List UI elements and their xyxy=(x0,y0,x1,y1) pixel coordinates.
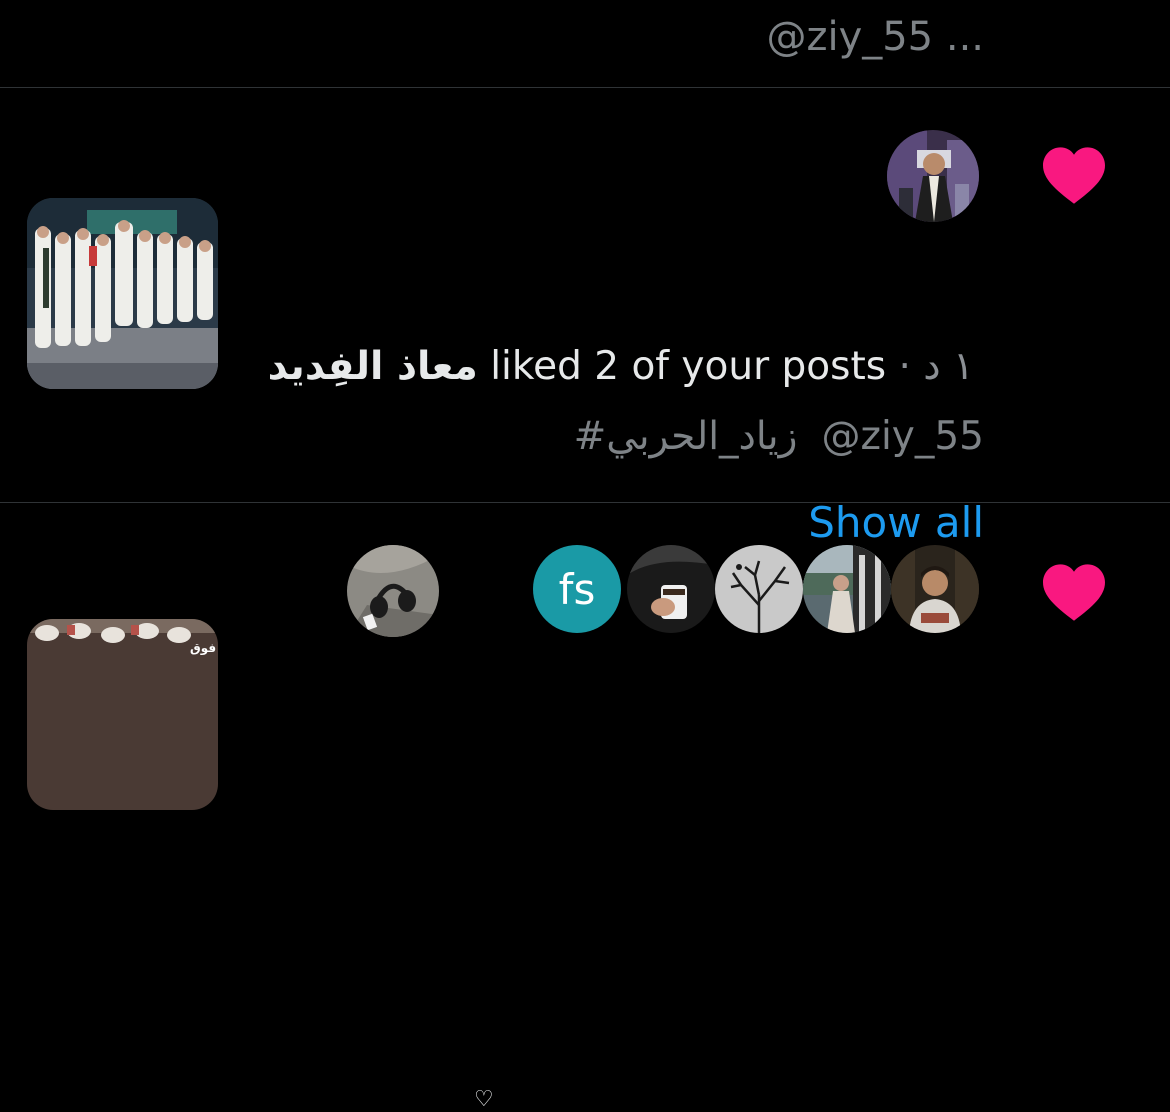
liker-avatar[interactable] xyxy=(627,545,715,633)
actor-name[interactable]: معاذ الفِديد xyxy=(268,344,478,389)
heart-icon xyxy=(1040,144,1108,206)
liker-avatar-initials[interactable]: fs xyxy=(533,545,621,633)
liker-avatar[interactable] xyxy=(347,545,439,637)
notification-row-2[interactable]: fs ♡ فوق xyxy=(0,503,1170,1112)
post-hashtag[interactable]: #زياد_الحربي xyxy=(574,414,798,459)
small-heart-icon: ♡ xyxy=(474,1087,494,1112)
notification-row[interactable]: معاذ الفِديد liked 2 of your posts · ١ د… xyxy=(0,88,1170,547)
post-handle[interactable]: @ziy_55 xyxy=(821,414,984,459)
timestamp: · ١ د xyxy=(886,344,974,389)
actor-avatar[interactable] xyxy=(887,130,979,222)
post-thumbnail[interactable] xyxy=(27,198,218,389)
liker-avatar[interactable] xyxy=(803,545,891,633)
thumbnail-label: فوق xyxy=(190,641,217,655)
top-truncated-handle: @ziy_55 ... xyxy=(766,14,984,60)
notification-action: liked 2 of your posts xyxy=(477,344,887,389)
liker-avatar[interactable] xyxy=(891,545,979,633)
heart-icon xyxy=(1040,561,1108,623)
notification-text: معاذ الفِديد liked 2 of your posts · ١ د xyxy=(268,344,974,389)
liker-avatar[interactable] xyxy=(715,545,803,633)
post-preview-text: #زياد_الحربي @ziy_55 xyxy=(550,414,984,459)
